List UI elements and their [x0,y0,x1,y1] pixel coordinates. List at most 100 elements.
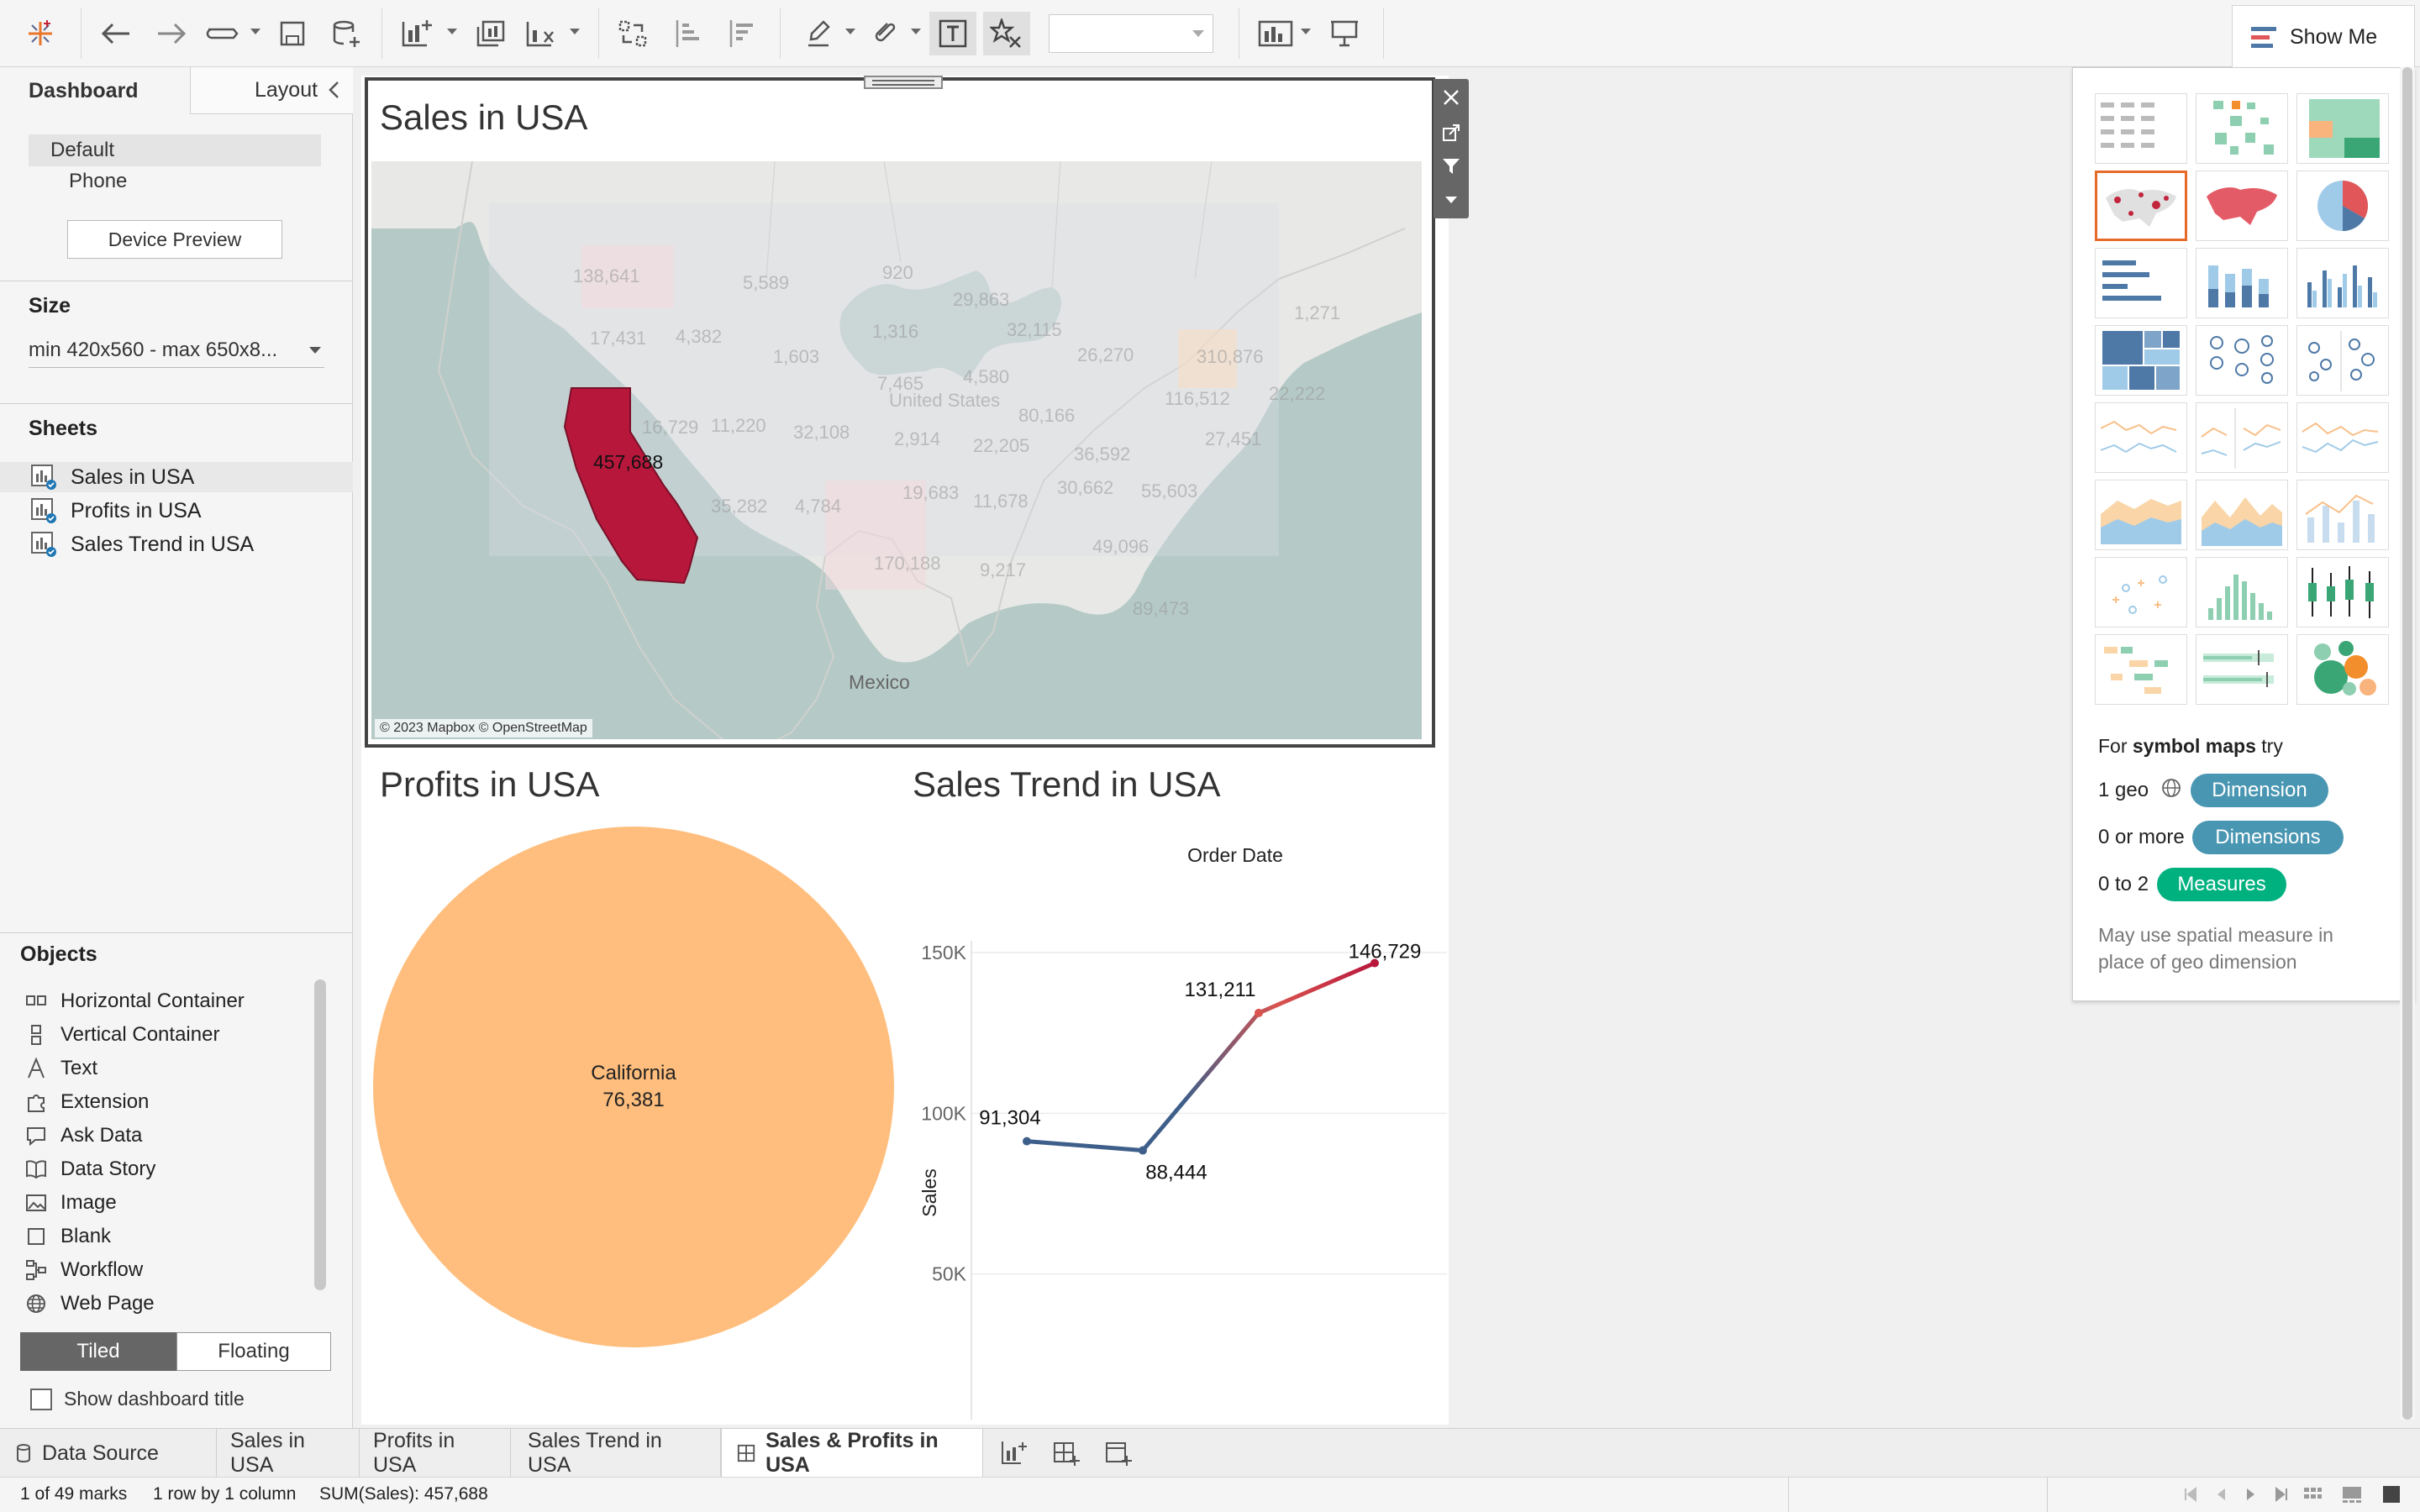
new-dashboard-tab-icon[interactable] [1052,1439,1081,1467]
filter-icon[interactable] [1441,156,1461,176]
new-data-source-icon[interactable] [328,13,365,54]
sheet-item-sales-trend-in-usa[interactable]: Sales Trend in USA [30,531,254,558]
chart-type-stacked-bars[interactable] [2196,248,2288,318]
filmstrip-icon[interactable] [2341,1484,2363,1504]
tab-sales-trend-in-usa[interactable]: Sales Trend in USA [511,1429,721,1478]
chart-type-text-table[interactable] [2095,93,2187,164]
new-story-tab-icon[interactable] [1104,1439,1133,1467]
previous-sheet-icon[interactable] [2213,1486,2228,1503]
chart-type-area-continuous[interactable] [2095,480,2187,550]
canvas-scrollbar[interactable] [2402,67,2412,1420]
chart-type-histogram[interactable] [2196,557,2288,627]
chart-type-filled-map[interactable] [2196,171,2288,241]
chart-type-horizontal-bars[interactable] [2095,248,2187,318]
more-options-icon[interactable] [1444,195,1459,205]
floating-button[interactable]: Floating [176,1332,331,1371]
chart-type-packed-bubbles[interactable] [2296,634,2389,705]
object-workflow[interactable]: Workflow [25,1258,143,1282]
map[interactable]: 138,641 5,589 920 29,863 17,431 4,382 1,… [371,161,1422,739]
chart-type-pie[interactable] [2296,171,2389,241]
group-members-icon[interactable] [865,13,902,54]
chart-type-lines-continuous[interactable] [2095,402,2187,473]
show-me-tab[interactable]: Show Me [2232,5,2415,69]
device-preview-button[interactable]: Device Preview [67,220,282,259]
tab-profits-in-usa[interactable]: Profits in USA [360,1429,511,1478]
group-dropdown-icon[interactable] [911,29,921,34]
new-worksheet-tab-icon[interactable] [1000,1439,1028,1467]
object-vertical-container[interactable]: Vertical Container [25,1023,219,1047]
highlight-icon[interactable] [800,13,837,54]
chart-type-box-and-whisker[interactable] [2296,557,2389,627]
replay-animation-icon[interactable] [202,13,244,54]
chart-type-dual-lines[interactable] [2296,402,2389,473]
data-point [1023,1137,1031,1146]
chart-type-treemap[interactable] [2095,325,2187,396]
tab-sales-profits-in-usa-active[interactable]: Sales & Profits in USA [721,1429,983,1478]
sort-descending-icon[interactable] [723,13,763,54]
objects-scrollbar[interactable] [314,979,326,1290]
object-ask-data[interactable]: Ask Data [25,1124,142,1147]
save-icon[interactable] [274,13,311,54]
highlight-dropdown-icon[interactable] [845,29,855,34]
chart-type-dual-combination[interactable] [2296,480,2389,550]
map-zone-selected[interactable]: Sales in USA 138,641 5,589 920 29,863 17… [365,76,1435,748]
redo-icon[interactable] [151,13,192,54]
fix-axes-icon[interactable] [983,12,1030,55]
swap-rows-columns-icon[interactable] [613,13,654,54]
chart-type-heat-map[interactable] [2196,93,2288,164]
tab-data-source[interactable]: Data Source [0,1429,217,1478]
show-dashboard-title-checkbox[interactable]: Show dashboard title [30,1388,245,1410]
drag-handle[interactable] [864,76,943,89]
chart-type-lines-discrete[interactable] [2196,402,2288,473]
object-data-story[interactable]: Data Story [25,1158,155,1181]
undo-icon[interactable] [96,13,136,54]
object-text[interactable]: Text [25,1057,97,1080]
close-icon[interactable] [1441,87,1461,108]
tiled-button[interactable]: Tiled [20,1332,176,1371]
chart-type-side-by-side-circles[interactable] [2296,325,2389,396]
chart-type-symbol-map-selected[interactable] [2095,171,2187,241]
profits-pie[interactable]: California 76,381 [373,827,894,1347]
chart-type-side-by-side-bars[interactable] [2296,248,2389,318]
duplicate-icon[interactable] [471,13,511,54]
sort-ascending-icon[interactable] [669,13,709,54]
object-extension[interactable]: Extension [25,1090,149,1114]
tableau-logo-icon[interactable] [24,13,57,54]
next-sheet-icon[interactable] [2244,1486,2259,1503]
last-sheet-icon[interactable] [2274,1486,2289,1503]
object-blank[interactable]: Blank [25,1225,111,1248]
new-worksheet-icon[interactable] [397,13,437,54]
chart-type-gantt[interactable] [2095,634,2187,705]
object-image[interactable]: Image [25,1191,117,1215]
object-web-page[interactable]: Web Page [25,1292,155,1315]
map-state-label: 9,217 [980,559,1026,580]
trend-chart[interactable]: Order Date150K100K50K0KSales91,30488,444… [916,823,1449,1420]
tab-sales-in-usa[interactable]: Sales in USA [217,1429,360,1478]
sheet-item-profits-in-usa[interactable]: Profits in USA [30,497,202,524]
chart-type-highlight-table[interactable] [2296,93,2389,164]
clear-sheet-icon[interactable] [521,13,561,54]
clear-dropdown-icon[interactable] [570,29,580,34]
first-sheet-icon[interactable] [2183,1486,2198,1503]
chart-type-scatter[interactable] [2095,557,2187,627]
show-cards-icon[interactable] [1255,13,1296,54]
sheet-sorter-icon[interactable] [2302,1484,2323,1504]
tab-dashboard[interactable]: Dashboard [0,67,190,114]
sheet-item-sales-in-usa[interactable]: Sales in USA [30,464,194,491]
show-mark-labels-icon[interactable] [929,12,976,55]
chart-type-circle-views[interactable] [2196,325,2288,396]
fit-dropdown[interactable] [1049,14,1213,53]
size-dropdown[interactable]: min 420x560 - max 650x8... [29,333,324,368]
object-horizontal-container[interactable]: Horizontal Container [25,990,245,1013]
device-phone[interactable]: Phone [69,170,127,193]
collapse-panel-icon[interactable] [326,79,343,101]
show-cards-dropdown-icon[interactable] [1301,29,1311,34]
presentation-mode-icon[interactable] [1324,13,1365,54]
replay-dropdown-icon[interactable] [250,29,260,34]
go-to-sheet-icon[interactable] [1441,123,1461,143]
device-default[interactable]: Default [29,134,321,166]
tabs-view-icon[interactable] [2381,1484,2402,1504]
chart-type-bullet-graph[interactable] [2196,634,2288,705]
chart-type-area-discrete[interactable] [2196,480,2288,550]
new-worksheet-dropdown-icon[interactable] [447,29,457,34]
